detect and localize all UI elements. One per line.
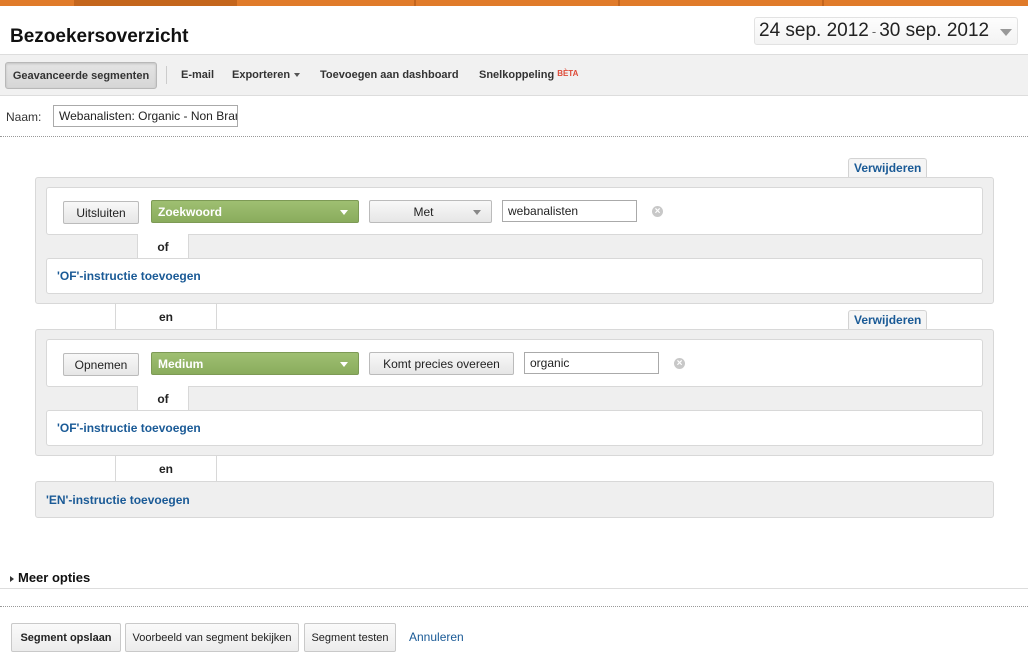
segment-name-label: Naam: — [6, 110, 42, 124]
operator-dropdown[interactable]: Met — [369, 200, 492, 223]
export-menu[interactable]: Exporteren — [232, 69, 301, 81]
date-range-picker[interactable]: 24 sep. 2012-30 sep. 2012 — [754, 17, 1018, 45]
cancel-link[interactable]: Annuleren — [409, 630, 464, 644]
condition-row: Uitsluiten Zoekwoord Met webanalisten × — [46, 187, 983, 235]
top-tab[interactable] — [74, 0, 237, 6]
top-accent-bar — [0, 0, 1028, 6]
report-toolbar: Geavanceerde segmenten E-mail Exporteren… — [0, 54, 1028, 96]
add-or-row: 'OF'-instructie toevoegen — [46, 258, 983, 294]
or-connector: of — [137, 234, 189, 260]
add-or-statement-link[interactable]: 'OF'-instructie toevoegen — [57, 269, 201, 283]
segment-name-value: Webanalisten: Organic - Non Brand — [59, 109, 238, 123]
dimension-dropdown[interactable]: Zoekwoord — [151, 200, 359, 223]
section-divider — [0, 136, 1028, 137]
beta-badge: BÈTA — [557, 69, 579, 78]
operator-dropdown[interactable]: Komt precies overeen — [369, 352, 514, 375]
test-segment-button[interactable]: Segment testen — [304, 623, 396, 652]
toolbar-divider — [166, 66, 167, 84]
date-separator: - — [871, 24, 877, 39]
add-and-row: 'EN'-instructie toevoegen — [35, 481, 994, 518]
chevron-down-icon — [294, 73, 301, 78]
expand-triangle-icon — [10, 575, 14, 582]
remove-condition-button[interactable]: Verwijderen — [848, 158, 928, 177]
exclude-button[interactable]: Uitsluiten — [63, 201, 139, 224]
section-divider — [0, 606, 1028, 607]
shortcut-label: Snelkoppeling — [479, 69, 555, 81]
and-connector: en — [115, 304, 217, 330]
include-button[interactable]: Opnemen — [63, 353, 139, 376]
save-segment-button[interactable]: Segment opslaan — [11, 623, 121, 652]
or-connector: of — [137, 386, 189, 412]
shortcut-link[interactable]: Snelkoppeling BÈTA — [479, 69, 578, 81]
condition-value-input[interactable]: organic — [524, 352, 659, 374]
add-or-statement-link[interactable]: 'OF'-instructie toevoegen — [57, 421, 201, 435]
chevron-down-icon — [473, 210, 481, 215]
top-tab-divider — [822, 0, 824, 6]
operator-label: Komt precies overeen — [383, 356, 500, 371]
clear-icon[interactable]: × — [652, 206, 663, 217]
advanced-segments-button[interactable]: Geavanceerde segmenten — [5, 62, 157, 89]
dimension-label: Zoekwoord — [158, 205, 223, 219]
chevron-down-icon[interactable] — [1000, 29, 1012, 36]
operator-label: Met — [413, 204, 434, 219]
export-label: Exporteren — [232, 69, 291, 81]
condition-group: Uitsluiten Zoekwoord Met webanalisten × … — [35, 177, 994, 304]
and-connector: en — [115, 456, 217, 482]
chevron-down-icon — [340, 210, 348, 215]
condition-row: Opnemen Medium Komt precies overeen orga… — [46, 339, 983, 387]
page-title: Bezoekersoverzicht — [10, 26, 189, 47]
condition-value-input[interactable]: webanalisten — [502, 200, 637, 222]
clear-icon[interactable]: × — [674, 358, 685, 369]
section-divider — [0, 588, 1028, 589]
add-or-row: 'OF'-instructie toevoegen — [46, 410, 983, 446]
segment-name-input[interactable]: Webanalisten: Organic - Non Brand — [53, 105, 238, 127]
add-and-statement-link[interactable]: 'EN'-instructie toevoegen — [46, 493, 190, 507]
dimension-dropdown[interactable]: Medium — [151, 352, 359, 375]
preview-segment-button[interactable]: Voorbeeld van segment bekijken — [125, 623, 299, 652]
date-start: 24 sep. 2012 — [759, 20, 869, 41]
dimension-label: Medium — [158, 357, 204, 371]
date-end: 30 sep. 2012 — [879, 20, 990, 41]
top-tab-divider — [414, 0, 416, 6]
top-tab-divider — [618, 0, 620, 6]
more-options-toggle[interactable]: Meer opties — [10, 570, 90, 585]
more-options-label: Meer opties — [18, 570, 91, 585]
email-link[interactable]: E-mail — [181, 69, 214, 81]
condition-group: Opnemen Medium Komt precies overeen orga… — [35, 329, 994, 456]
add-to-dashboard-link[interactable]: Toevoegen aan dashboard — [320, 69, 459, 81]
chevron-down-icon — [340, 362, 348, 367]
remove-condition-button[interactable]: Verwijderen — [848, 310, 928, 329]
